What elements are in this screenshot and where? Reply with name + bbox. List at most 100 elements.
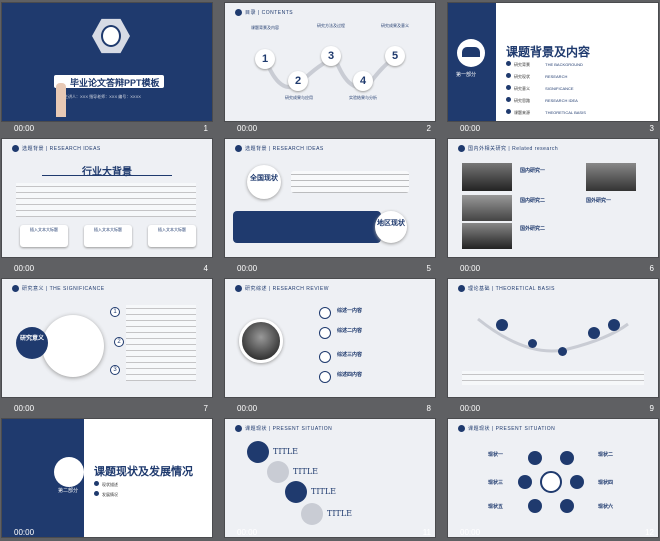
slide-9-footer: 00:00 9 [448, 402, 658, 415]
title-text: TITLE [273, 447, 298, 456]
list-item: 研究现状 RESEARCH [506, 73, 586, 79]
review-item-3: 综述三内容 [337, 352, 363, 358]
significance-disc [42, 315, 104, 377]
handshake-icon [319, 327, 331, 339]
slide-3-thumbnail[interactable]: 第一部分 课题背景及内容 研究背景 THE BACKGROUND 研究现状 RE… [448, 3, 658, 121]
review-item-2: 综述二内容 [337, 328, 363, 334]
slide-5-footer: 00:00 5 [225, 262, 435, 275]
toc-item-2[interactable]: 2 [288, 71, 308, 91]
slide-6-number: 6 [649, 264, 654, 273]
title-marker [301, 503, 323, 525]
slide-grid: 毕业论文答辩PPT模板 主讲人：XXX 指导老师：XXX 编号：XXXX 00:… [0, 0, 660, 541]
slide-11-time: 00:00 [237, 528, 258, 537]
title-marker [267, 461, 289, 483]
slide-6-time: 00:00 [460, 264, 481, 273]
building-photo [462, 163, 512, 191]
part-label: 第二部分 [58, 488, 79, 494]
theory-node [528, 339, 537, 348]
body-text-block [16, 183, 196, 217]
slide-7-header: 研究意义 | THE SIGNIFICANCE [12, 285, 105, 293]
slide-2-time: 00:00 [237, 124, 258, 133]
status-item-5: 现状五 [488, 504, 504, 510]
significance-num-1: 1 [110, 307, 120, 317]
slide-2-thumbnail[interactable]: 目录 | CONTENTS 1 2 3 4 5 课题背景及内容 研究成果与应用 … [225, 3, 435, 121]
significance-num-3: 3 [110, 365, 120, 375]
slide-3-footer: 00:00 3 [448, 122, 658, 135]
slide-11-footer: 00:00 11 [225, 526, 435, 539]
slide-7-footer: 00:00 7 [2, 402, 212, 415]
text-card: 插入文本大标题 [84, 225, 132, 247]
toc-item-5[interactable]: 5 [385, 46, 405, 66]
section-title: 课题背景及内容 [506, 45, 591, 59]
slide-11-number: 11 [422, 528, 431, 537]
toc-label-4: 实验结果与分析 [349, 95, 377, 100]
part-label: 第一部分 [456, 72, 477, 78]
research-item-4: 国外研究二 [520, 226, 546, 232]
slide-9-time: 00:00 [460, 404, 481, 413]
slide-7-number: 7 [203, 404, 208, 413]
slide-1-number: 1 [203, 124, 208, 133]
chart-icon [54, 457, 84, 487]
slide-9-number: 9 [649, 404, 654, 413]
slide-10-footer: 00:00 10 [2, 526, 212, 539]
slide-5-header: 选题背景 | RESEARCH IDEAS [235, 145, 324, 153]
list-item: 课题来源 THEORETICAL BASIS [506, 109, 586, 115]
toc-label-5: 研究成果及意义 [381, 23, 409, 28]
slide-3-number: 3 [649, 124, 654, 133]
text-card: 插入文本大标题 [20, 225, 68, 247]
slide-5-thumbnail[interactable]: 选题背景 | RESEARCH IDEAS 全国现状 地区现状 [225, 139, 435, 257]
theory-node [558, 347, 567, 356]
research-item-1: 国内研究一 [520, 168, 546, 174]
slide-5-time: 00:00 [237, 264, 258, 273]
toc-item-3[interactable]: 3 [321, 46, 341, 66]
slide-12-thumbnail[interactable]: 课题现状 | PRESENT SITUATION 现状一 现状二 现状三 现状四… [448, 419, 658, 537]
slide-6-thumbnail[interactable]: 国内外相关研究 | Related research 国内研究一 国内研究二 国… [448, 139, 658, 257]
slide-4-number: 4 [203, 264, 208, 273]
slide-5-number: 5 [426, 264, 431, 273]
slide-7-thumbnail[interactable]: 研究意义 | THE SIGNIFICANCE 研究意义 1 2 3 [2, 279, 212, 397]
section-title: 课题现状及发展情况 [94, 466, 193, 478]
theory-node [588, 327, 600, 339]
toc-item-4[interactable]: 4 [353, 71, 373, 91]
slide-11-header: 课题现状 | PRESENT SITUATION [235, 425, 332, 433]
significance-center: 研究意义 [16, 327, 48, 359]
hand-pointer-icon [56, 83, 66, 117]
title-marker [247, 441, 269, 463]
arch-photo [462, 195, 512, 221]
slide-2-number: 2 [426, 124, 431, 133]
people-icon [528, 451, 542, 465]
slide-8-header: 研究综述 | RESEARCH REVIEW [235, 285, 329, 293]
slide-6-footer: 00:00 6 [448, 262, 658, 275]
slide-8-time: 00:00 [237, 404, 258, 413]
slide-10-thumbnail[interactable]: 第二部分 课题现状及发展情况 现状描述 发展情况 [2, 419, 212, 537]
slide-3-time: 00:00 [460, 124, 481, 133]
slide-9-thumbnail[interactable]: 理论基础 | THEORETICAL BASIS [448, 279, 658, 397]
list-item: 研究背景 THE BACKGROUND [506, 61, 586, 67]
slide-12-number: 12 [645, 528, 654, 537]
status-item-6: 现状六 [598, 504, 614, 510]
list-item: 研究意义 SIGNIFICANCE [506, 85, 586, 91]
slide-1-time: 00:00 [14, 124, 35, 133]
significance-num-2: 2 [114, 337, 124, 347]
slide-8-footer: 00:00 8 [225, 402, 435, 415]
toc-item-1[interactable]: 1 [255, 49, 275, 69]
slide-10-time: 00:00 [14, 528, 35, 537]
research-item-2: 国内研究二 [520, 198, 546, 204]
slide-10-number: 10 [199, 528, 208, 537]
slide-8-number: 8 [426, 404, 431, 413]
list-item: 现状描述 [94, 481, 118, 487]
slide-4-thumbnail[interactable]: 选题背景 | RESEARCH IDEAS 行业大背景 插入文本大标题 插入文本… [2, 139, 212, 257]
warning-icon [319, 371, 331, 383]
slide-8-thumbnail[interactable]: 研究综述 | RESEARCH REVIEW 综述一内容 综述二内容 综述三内容… [225, 279, 435, 397]
slide-11-thumbnail[interactable]: 课题现状 | PRESENT SITUATION TITLE TITLE TIT… [225, 419, 435, 537]
regional-text-box [233, 211, 381, 243]
national-status-badge: 全国现状 [247, 165, 281, 199]
colosseum-photo [462, 223, 512, 249]
slide-4-footer: 00:00 4 [2, 262, 212, 275]
review-item-4: 综述四内容 [337, 372, 363, 378]
deck-title: 毕业论文答辩PPT模板 [70, 78, 160, 88]
slide-1-thumbnail[interactable]: 毕业论文答辩PPT模板 主讲人：XXX 指导老师：XXX 编号：XXXX [2, 3, 212, 121]
tower-photo [586, 163, 636, 191]
slide-12-time: 00:00 [460, 528, 481, 537]
title-text: TITLE [293, 467, 318, 476]
